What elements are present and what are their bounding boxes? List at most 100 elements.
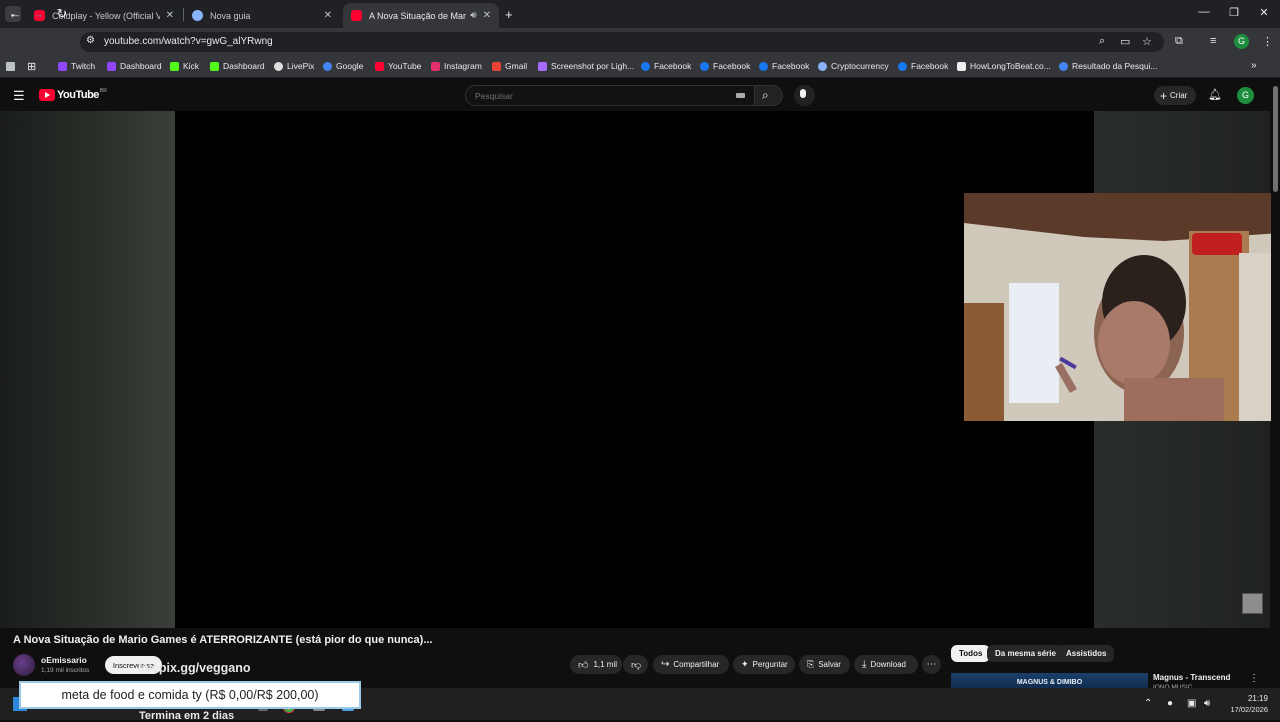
bookmark-cryptocurrency[interactable]: Cryptocurrency bbox=[818, 61, 889, 71]
close-window-icon[interactable]: ✕ bbox=[1256, 6, 1272, 19]
browser-tab-active[interactable]: A Nova Situação de Mario G 🔊︎ ✕ bbox=[343, 3, 499, 28]
download-icon: ⤓ bbox=[862, 659, 867, 670]
more-actions-button[interactable]: ⋯ bbox=[922, 655, 941, 674]
next-video-title[interactable]: Magnus - Transcend bbox=[1153, 673, 1230, 682]
account-avatar[interactable]: G bbox=[1237, 87, 1254, 104]
clock-date[interactable]: 17/02/2026 bbox=[1220, 705, 1268, 714]
bookmark-youtube[interactable]: YouTube bbox=[375, 61, 421, 71]
url-text[interactable]: youtube.com/watch?v=gwG_alYRwng bbox=[104, 36, 273, 47]
more-bookmarks-icon[interactable]: » bbox=[1251, 60, 1257, 71]
close-tab-icon[interactable]: ✕ bbox=[324, 10, 332, 21]
thumbs-up-icon: 👍︎ bbox=[578, 659, 589, 671]
cast-icon[interactable]: ▭ bbox=[1120, 35, 1130, 48]
bookmark-screenshot[interactable]: Screenshot por Ligh... bbox=[538, 61, 634, 71]
reload-icon[interactable]: ↻ bbox=[54, 7, 70, 21]
zoom-icon[interactable]: ⌕ bbox=[1099, 35, 1105, 48]
microphone-icon bbox=[800, 89, 806, 98]
facebook-icon bbox=[700, 61, 709, 71]
lightshot-icon bbox=[538, 61, 547, 71]
youtube-region-code: BR bbox=[99, 88, 107, 94]
forward-arrow-icon[interactable]: → bbox=[30, 7, 46, 21]
youtube-logo[interactable]: YouTube BR bbox=[39, 88, 107, 101]
apps-grid-icon[interactable]: ⊞ bbox=[27, 60, 36, 73]
chip-mesma-serie[interactable]: Da mesma série bbox=[987, 645, 1064, 662]
close-tab-icon[interactable]: ✕ bbox=[166, 10, 174, 21]
bookmark-howlongtobeat[interactable]: HowLongToBeat.co... bbox=[957, 61, 1051, 71]
overlay-livepix-link: livepix.gg/veggano bbox=[138, 661, 251, 675]
facebook-icon bbox=[641, 61, 650, 71]
youtube-logo-text: YouTube bbox=[57, 89, 99, 101]
create-button[interactable]: + Criar bbox=[1154, 86, 1196, 105]
bookmark-google[interactable]: Google bbox=[323, 61, 363, 71]
search-input[interactable]: Pesquisar bbox=[465, 85, 755, 106]
mini-avatar-thumbnail[interactable] bbox=[1242, 593, 1263, 614]
bookmark-gmail[interactable]: Gmail bbox=[492, 61, 527, 71]
thumbs-down-icon: 👎︎ bbox=[631, 659, 642, 671]
save-button[interactable]: ⎘ Salvar bbox=[799, 655, 850, 674]
bookmark-dashboard-kick[interactable]: Dashboard bbox=[210, 61, 265, 71]
download-button[interactable]: ⤓ Download bbox=[854, 655, 918, 674]
google-icon bbox=[1059, 61, 1068, 71]
save-label: Salvar bbox=[818, 660, 841, 669]
howlongtobeat-icon bbox=[957, 61, 966, 71]
back-arrow-icon[interactable]: ← bbox=[7, 7, 23, 21]
chip-assistidos[interactable]: Assistidos bbox=[1058, 645, 1115, 662]
plus-icon: + bbox=[1160, 88, 1168, 103]
bookmark-instagram[interactable]: Instagram bbox=[431, 61, 482, 71]
bookmark-facebook[interactable]: Facebook bbox=[700, 61, 750, 71]
next-video-menu-icon[interactable]: ⋮ bbox=[1249, 673, 1259, 684]
share-button[interactable]: ↪ Compartilhar bbox=[653, 655, 729, 674]
share-arrow-icon: ↪ bbox=[661, 659, 670, 670]
bookmark-icon: ⎘ bbox=[807, 659, 815, 669]
bookmark-kick[interactable]: Kick bbox=[170, 61, 199, 71]
clock-time[interactable]: 21:19 bbox=[1230, 694, 1268, 703]
speaker-icon[interactable]: 🔊︎ bbox=[470, 10, 476, 21]
tab-title: Nova guia bbox=[210, 10, 251, 21]
chip-todos[interactable]: Todos bbox=[951, 645, 991, 662]
bookmark-facebook[interactable]: Facebook bbox=[641, 61, 691, 71]
kick-icon bbox=[170, 61, 179, 71]
hamburger-menu-icon[interactable]: ☰ bbox=[13, 88, 25, 104]
instagram-icon bbox=[431, 61, 440, 71]
bookmark-resultado-pesquisa[interactable]: Resultado da Pesqui... bbox=[1059, 61, 1158, 71]
bookmark-facebook[interactable]: Facebook bbox=[898, 61, 948, 71]
facebook-icon bbox=[898, 61, 907, 71]
notifications-bell-icon[interactable]: 🔔︎ bbox=[1208, 88, 1222, 101]
video-player[interactable] bbox=[175, 111, 1094, 628]
livepix-icon bbox=[274, 61, 283, 71]
like-button[interactable]: 👍︎ 1,1 mil bbox=[570, 655, 622, 674]
tray-volume-icon[interactable]: 🔊︎ bbox=[1204, 698, 1210, 709]
close-tab-icon[interactable]: ✕ bbox=[483, 10, 491, 21]
minimize-icon[interactable]: — bbox=[1196, 6, 1212, 18]
extensions-icon[interactable]: ⧉ bbox=[1175, 35, 1183, 48]
search-icon: ⌕ bbox=[762, 88, 769, 102]
sidebar-toggle-icon[interactable] bbox=[6, 62, 15, 71]
channel-name[interactable]: oEmissario bbox=[41, 655, 87, 665]
bookmark-dashboard-twitch[interactable]: Dashboard bbox=[107, 61, 162, 71]
chrome-menu-icon[interactable]: ⋮ bbox=[1262, 35, 1273, 48]
ask-button[interactable]: ✦ Perguntar bbox=[733, 655, 795, 674]
new-tab-button[interactable]: + bbox=[505, 7, 513, 22]
system-tray-chevron-icon[interactable]: ⌃ bbox=[1144, 698, 1152, 709]
youtube-icon bbox=[375, 61, 384, 71]
tray-display-icon[interactable]: ▣ bbox=[1187, 698, 1196, 709]
site-info-icon[interactable]: ⚙ bbox=[86, 35, 95, 46]
bookmark-facebook[interactable]: Facebook bbox=[759, 61, 809, 71]
browser-tab-nova-guia[interactable]: Nova guia ✕ bbox=[184, 3, 340, 28]
channel-avatar[interactable] bbox=[13, 654, 35, 676]
subscriber-count: 1,19 mil inscritos bbox=[41, 667, 90, 674]
browser-tab-coldplay[interactable]: Coldplay - Yellow (Official Vide ✕ bbox=[26, 3, 182, 28]
video-title: A Nova Situação de Mario Games é ATERROR… bbox=[13, 634, 433, 646]
search-button[interactable] bbox=[755, 85, 783, 106]
page-scrollbar-thumb[interactable] bbox=[1273, 86, 1278, 192]
bookmark-star-icon[interactable]: ☆ bbox=[1142, 35, 1152, 48]
download-label: Download bbox=[870, 660, 906, 669]
dislike-button[interactable]: 👎︎ bbox=[623, 655, 648, 674]
bookmark-livepix[interactable]: LivePix bbox=[274, 61, 314, 71]
restore-icon[interactable]: ❐ bbox=[1226, 6, 1242, 19]
profile-avatar[interactable]: G bbox=[1234, 34, 1249, 49]
keyboard-icon[interactable] bbox=[736, 93, 745, 98]
bookmark-twitch[interactable]: Twitch bbox=[58, 61, 95, 71]
reading-list-icon[interactable]: ≡ bbox=[1210, 35, 1216, 47]
tray-microphone-icon[interactable]: ● bbox=[1167, 698, 1173, 709]
